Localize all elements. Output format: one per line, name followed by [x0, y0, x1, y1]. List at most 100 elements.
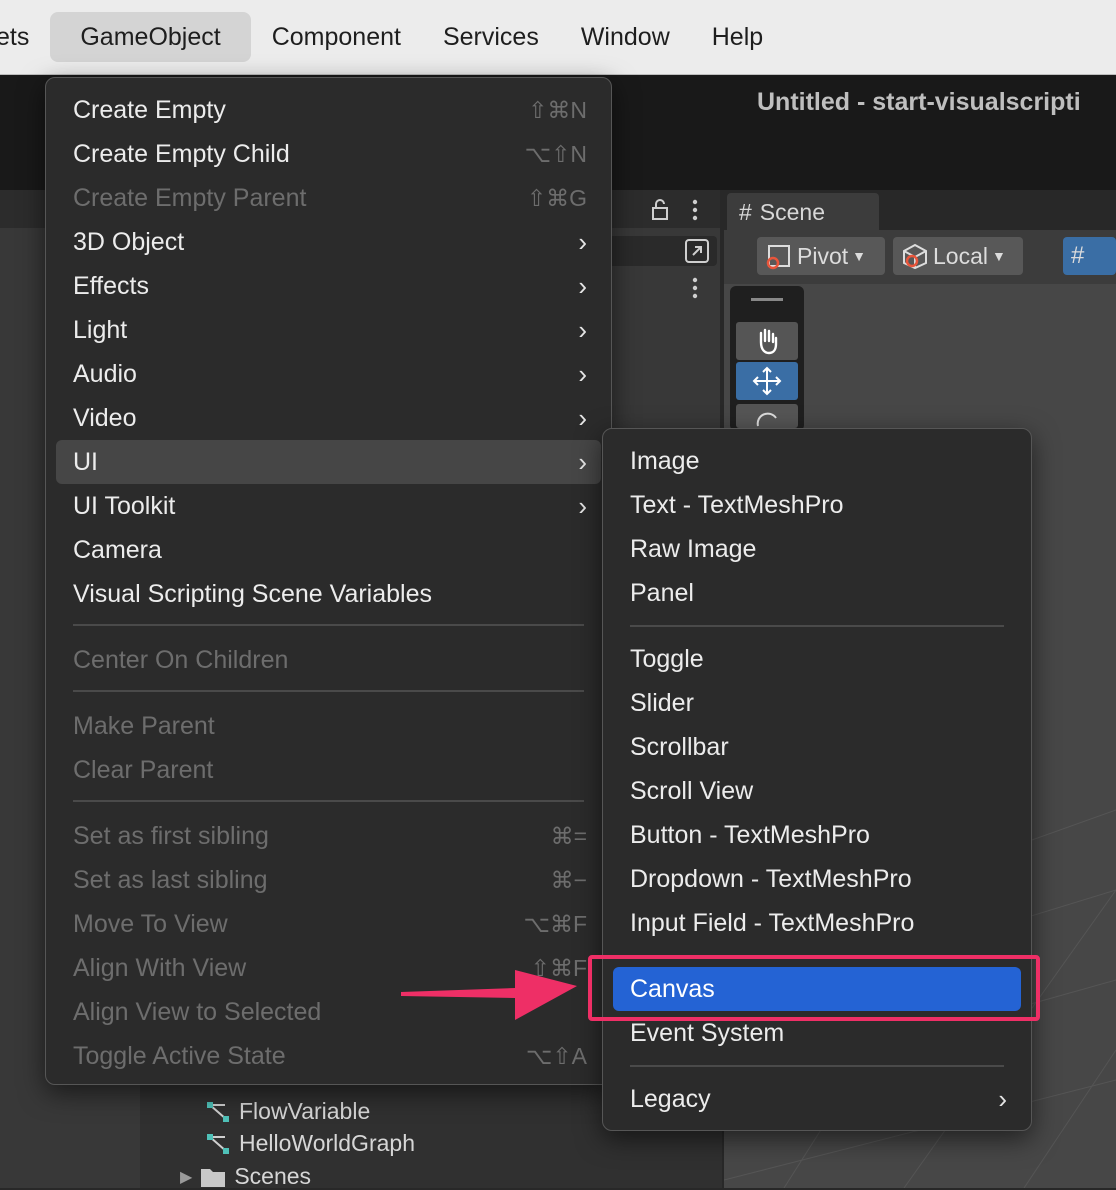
menu-item-visual-scripting-scene-variables[interactable]: Visual Scripting Scene Variables	[56, 572, 601, 616]
callout-arrow-icon	[401, 970, 577, 1020]
menu-item-toggle-active-state: Toggle Active State ⌥⇧A	[56, 1034, 601, 1078]
menu-item-light[interactable]: Light ›	[56, 308, 601, 352]
shortcut-label: ⌘−	[550, 867, 587, 893]
submenu-item-input-field-textmeshpro[interactable]: Input Field - TextMeshPro	[613, 901, 1021, 945]
menu-item-label: Light	[73, 316, 128, 344]
menu-item-label: Center On Children	[73, 646, 289, 674]
submenu-item-text-textmeshpro[interactable]: Text - TextMeshPro	[613, 483, 1021, 527]
tree-item-label: Scenes	[234, 1163, 312, 1189]
tree-item-scenes[interactable]: ▶ Scenes	[180, 1163, 311, 1190]
shortcut-label: ⇧⌘N	[528, 97, 587, 123]
menubar-item-help[interactable]: Help	[691, 12, 784, 62]
menu-separator	[73, 690, 584, 692]
menu-separator	[630, 625, 1004, 627]
submenu-item-button-textmeshpro[interactable]: Button - TextMeshPro	[613, 813, 1021, 857]
shortcut-label: ⌥⇧N	[524, 141, 587, 167]
menu-item-camera[interactable]: Camera	[56, 528, 601, 572]
menu-item-make-parent: Make Parent	[56, 704, 601, 748]
grid-snap-icon: #	[1071, 242, 1085, 269]
chevron-right-icon: ›	[578, 271, 587, 301]
menu-item-create-empty[interactable]: Create Empty ⇧⌘N	[56, 88, 601, 132]
menu-item-audio[interactable]: Audio ›	[56, 352, 601, 396]
pivot-icon	[766, 245, 790, 270]
menu-item-effects[interactable]: Effects ›	[56, 264, 601, 308]
menu-item-3d-object[interactable]: 3D Object ›	[56, 220, 601, 264]
submenu-item-slider[interactable]: Slider	[613, 681, 1021, 725]
submenu-item-toggle[interactable]: Toggle	[613, 637, 1021, 681]
chevron-right-icon: ›	[998, 1084, 1007, 1114]
menubar-item-services[interactable]: Services	[422, 12, 560, 62]
more-menu-icon[interactable]	[690, 198, 700, 228]
menu-item-label: Effects	[73, 272, 149, 300]
submenu-item-image[interactable]: Image	[613, 439, 1021, 483]
menu-item-video[interactable]: Video ›	[56, 396, 601, 440]
move-icon	[752, 366, 782, 396]
maximize-icon[interactable]	[684, 238, 710, 270]
menu-item-set-last-sibling: Set as last sibling ⌘−	[56, 858, 601, 902]
submenu-item-raw-image[interactable]: Raw Image	[613, 527, 1021, 571]
menubar-item-window[interactable]: Window	[560, 12, 691, 62]
menu-item-label: Set as first sibling	[73, 822, 269, 850]
graph-icon	[207, 1101, 229, 1122]
tree-item-helloworldgraph[interactable]: HelloWorldGraph	[205, 1130, 415, 1157]
menu-item-label: Video	[73, 404, 137, 432]
shortcut-label: ⌥⇧A	[525, 1043, 587, 1069]
menu-item-create-empty-parent: Create Empty Parent ⇧⌘G	[56, 176, 601, 220]
menu-item-label: Make Parent	[73, 712, 215, 740]
menu-item-ui-toolkit[interactable]: UI Toolkit ›	[56, 484, 601, 528]
lock-icon[interactable]	[650, 198, 670, 228]
cube-icon	[903, 243, 927, 270]
shortcut-label: ⌘=	[550, 823, 587, 849]
menu-item-label: Clear Parent	[73, 756, 214, 784]
menu-item-label: Toggle Active State	[73, 1042, 286, 1070]
rotate-tool-button[interactable]	[736, 404, 798, 428]
hand-icon	[759, 328, 778, 355]
submenu-item-panel[interactable]: Panel	[613, 571, 1021, 615]
shortcut-label: ⌥⌘F	[523, 911, 587, 937]
menu-item-set-first-sibling: Set as first sibling ⌘=	[56, 814, 601, 858]
menu-item-label: Visual Scripting Scene Variables	[73, 580, 432, 608]
chevron-down-icon: ▼	[991, 248, 1006, 264]
menu-separator	[73, 624, 584, 626]
menubar-item-component[interactable]: Component	[251, 12, 422, 62]
menu-item-create-empty-child[interactable]: Create Empty Child ⌥⇧N	[56, 132, 601, 176]
tree-item-flowvariable[interactable]: FlowVariable	[205, 1098, 370, 1125]
local-label: Local	[933, 242, 988, 269]
tree-item-label: HelloWorldGraph	[239, 1130, 415, 1156]
menu-separator	[73, 800, 584, 802]
tree-item-label: FlowVariable	[239, 1098, 371, 1124]
hash-icon: #	[739, 198, 752, 225]
menu-separator	[630, 1065, 1004, 1067]
menubar-item-assets[interactable]: ets	[0, 12, 50, 62]
menu-item-label: Move To View	[73, 910, 228, 938]
more-menu-icon-2[interactable]	[690, 276, 700, 306]
menu-item-label: Create Empty	[73, 96, 226, 124]
submenu-item-scrollbar[interactable]: Scrollbar	[613, 725, 1021, 769]
chevron-right-icon: ›	[578, 227, 587, 257]
submenu-item-scroll-view[interactable]: Scroll View	[613, 769, 1021, 813]
tab-scene[interactable]: # Scene	[727, 193, 879, 231]
folder-icon	[201, 1168, 226, 1187]
menu-item-label: Legacy	[630, 1085, 711, 1113]
menu-item-label: Align View to Selected	[73, 998, 322, 1026]
local-dropdown[interactable]: Local ▼	[893, 237, 1023, 275]
chevron-right-icon[interactable]: ▶	[180, 1167, 192, 1187]
hand-tool-button[interactable]	[736, 322, 798, 360]
chevron-right-icon: ›	[578, 315, 587, 345]
menu-item-ui[interactable]: UI ›	[56, 440, 601, 484]
chevron-right-icon: ›	[578, 447, 587, 477]
graph-icon	[207, 1133, 229, 1154]
menu-item-clear-parent: Clear Parent	[56, 748, 601, 792]
submenu-item-dropdown-textmeshpro[interactable]: Dropdown - TextMeshPro	[613, 857, 1021, 901]
pivot-dropdown[interactable]: Pivot ▼	[757, 237, 885, 275]
shortcut-label: ⇧⌘G	[526, 185, 587, 211]
chevron-right-icon: ›	[578, 491, 587, 521]
grid-snap-button[interactable]: #	[1063, 237, 1116, 275]
menubar-item-gameobject[interactable]: GameObject	[50, 12, 251, 62]
move-tool-button[interactable]	[736, 362, 798, 400]
drag-handle-icon[interactable]	[751, 298, 783, 301]
submenu-item-legacy[interactable]: Legacy ›	[613, 1077, 1021, 1121]
ui-submenu: Image Text - TextMeshPro Raw Image Panel…	[602, 428, 1032, 1131]
gameobject-menu: Create Empty ⇧⌘N Create Empty Child ⌥⇧N …	[45, 77, 612, 1085]
menu-bar: ets GameObject Component Services Window…	[0, 0, 1116, 75]
